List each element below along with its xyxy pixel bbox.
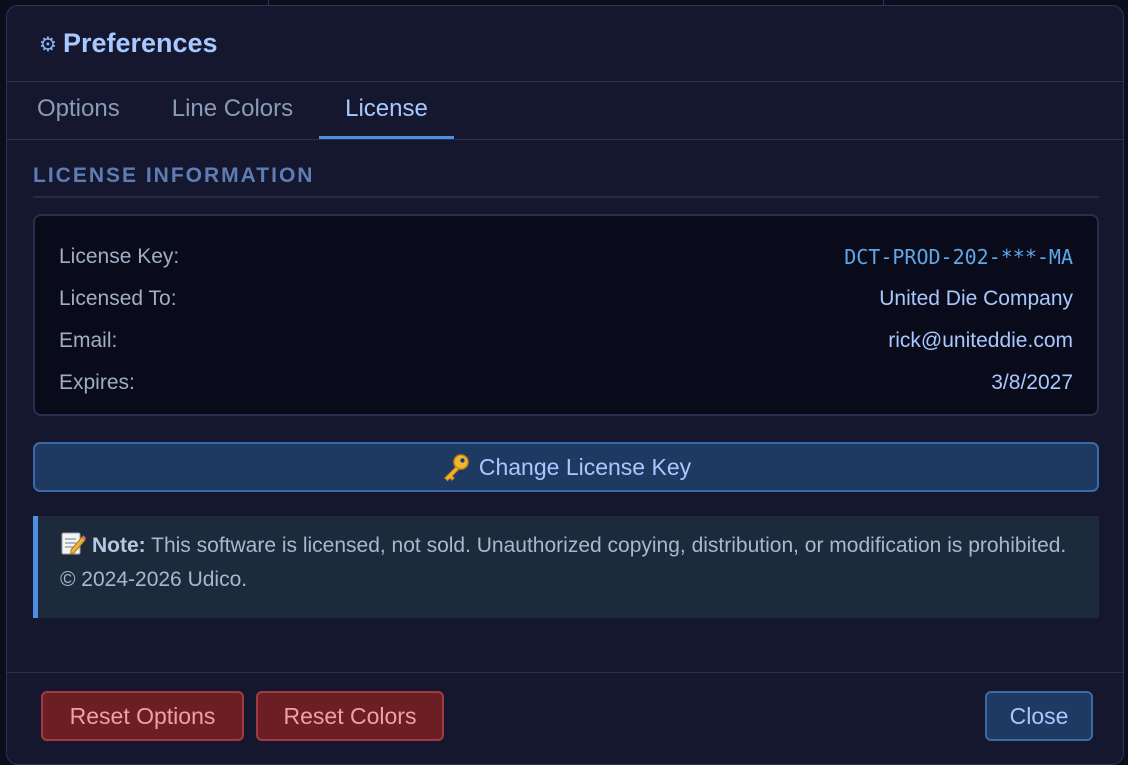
licensed-to-value: United Die Company	[879, 287, 1073, 310]
license-key-value: DCT-PROD-202-***-MA	[844, 245, 1073, 269]
change-license-key-label: Change License Key	[478, 453, 692, 480]
expires-label: Expires:	[59, 371, 135, 394]
dialog-title: Preferences	[62, 28, 218, 58]
key-icon	[441, 452, 471, 482]
preferences-dialog: ⚙ Preferences Options Line Colors Licens…	[6, 5, 1124, 765]
note-text: This software is licensed, not sold. Una…	[60, 534, 1067, 591]
email-label: Email:	[59, 329, 118, 352]
license-note: Note: This software is licensed, not sol…	[33, 516, 1099, 618]
tab-line-colors[interactable]: Line Colors	[146, 82, 319, 139]
tab-bar: Options Line Colors License	[7, 82, 1123, 140]
info-row-email: Email: rick@uniteddie.com	[59, 320, 1073, 362]
gear-icon: ⚙	[39, 31, 57, 56]
expires-value: 3/8/2027	[991, 371, 1073, 394]
close-button[interactable]: Close	[985, 691, 1093, 741]
section-title: LICENSE INFORMATION	[33, 164, 1099, 198]
tab-license[interactable]: License	[319, 82, 454, 139]
tab-options[interactable]: Options	[11, 82, 146, 139]
change-license-key-button[interactable]: Change License Key	[33, 442, 1099, 492]
note-heading: Note:	[92, 534, 146, 557]
dialog-footer: Reset Options Reset Colors Close	[7, 672, 1123, 762]
dialog-header: ⚙ Preferences	[7, 6, 1123, 82]
license-info-box: License Key: DCT-PROD-202-***-MA License…	[33, 214, 1099, 416]
license-panel: LICENSE INFORMATION License Key: DCT-PRO…	[7, 164, 1123, 618]
license-key-label: License Key:	[59, 245, 180, 268]
memo-icon	[60, 530, 86, 565]
email-value: rick@uniteddie.com	[888, 329, 1073, 352]
info-row-license-key: License Key: DCT-PROD-202-***-MA	[59, 236, 1073, 278]
licensed-to-label: Licensed To:	[59, 287, 177, 310]
reset-options-button[interactable]: Reset Options	[41, 691, 244, 741]
info-row-expires: Expires: 3/8/2027	[59, 362, 1073, 404]
info-row-licensed-to: Licensed To: United Die Company	[59, 278, 1073, 320]
reset-colors-button[interactable]: Reset Colors	[256, 691, 444, 741]
